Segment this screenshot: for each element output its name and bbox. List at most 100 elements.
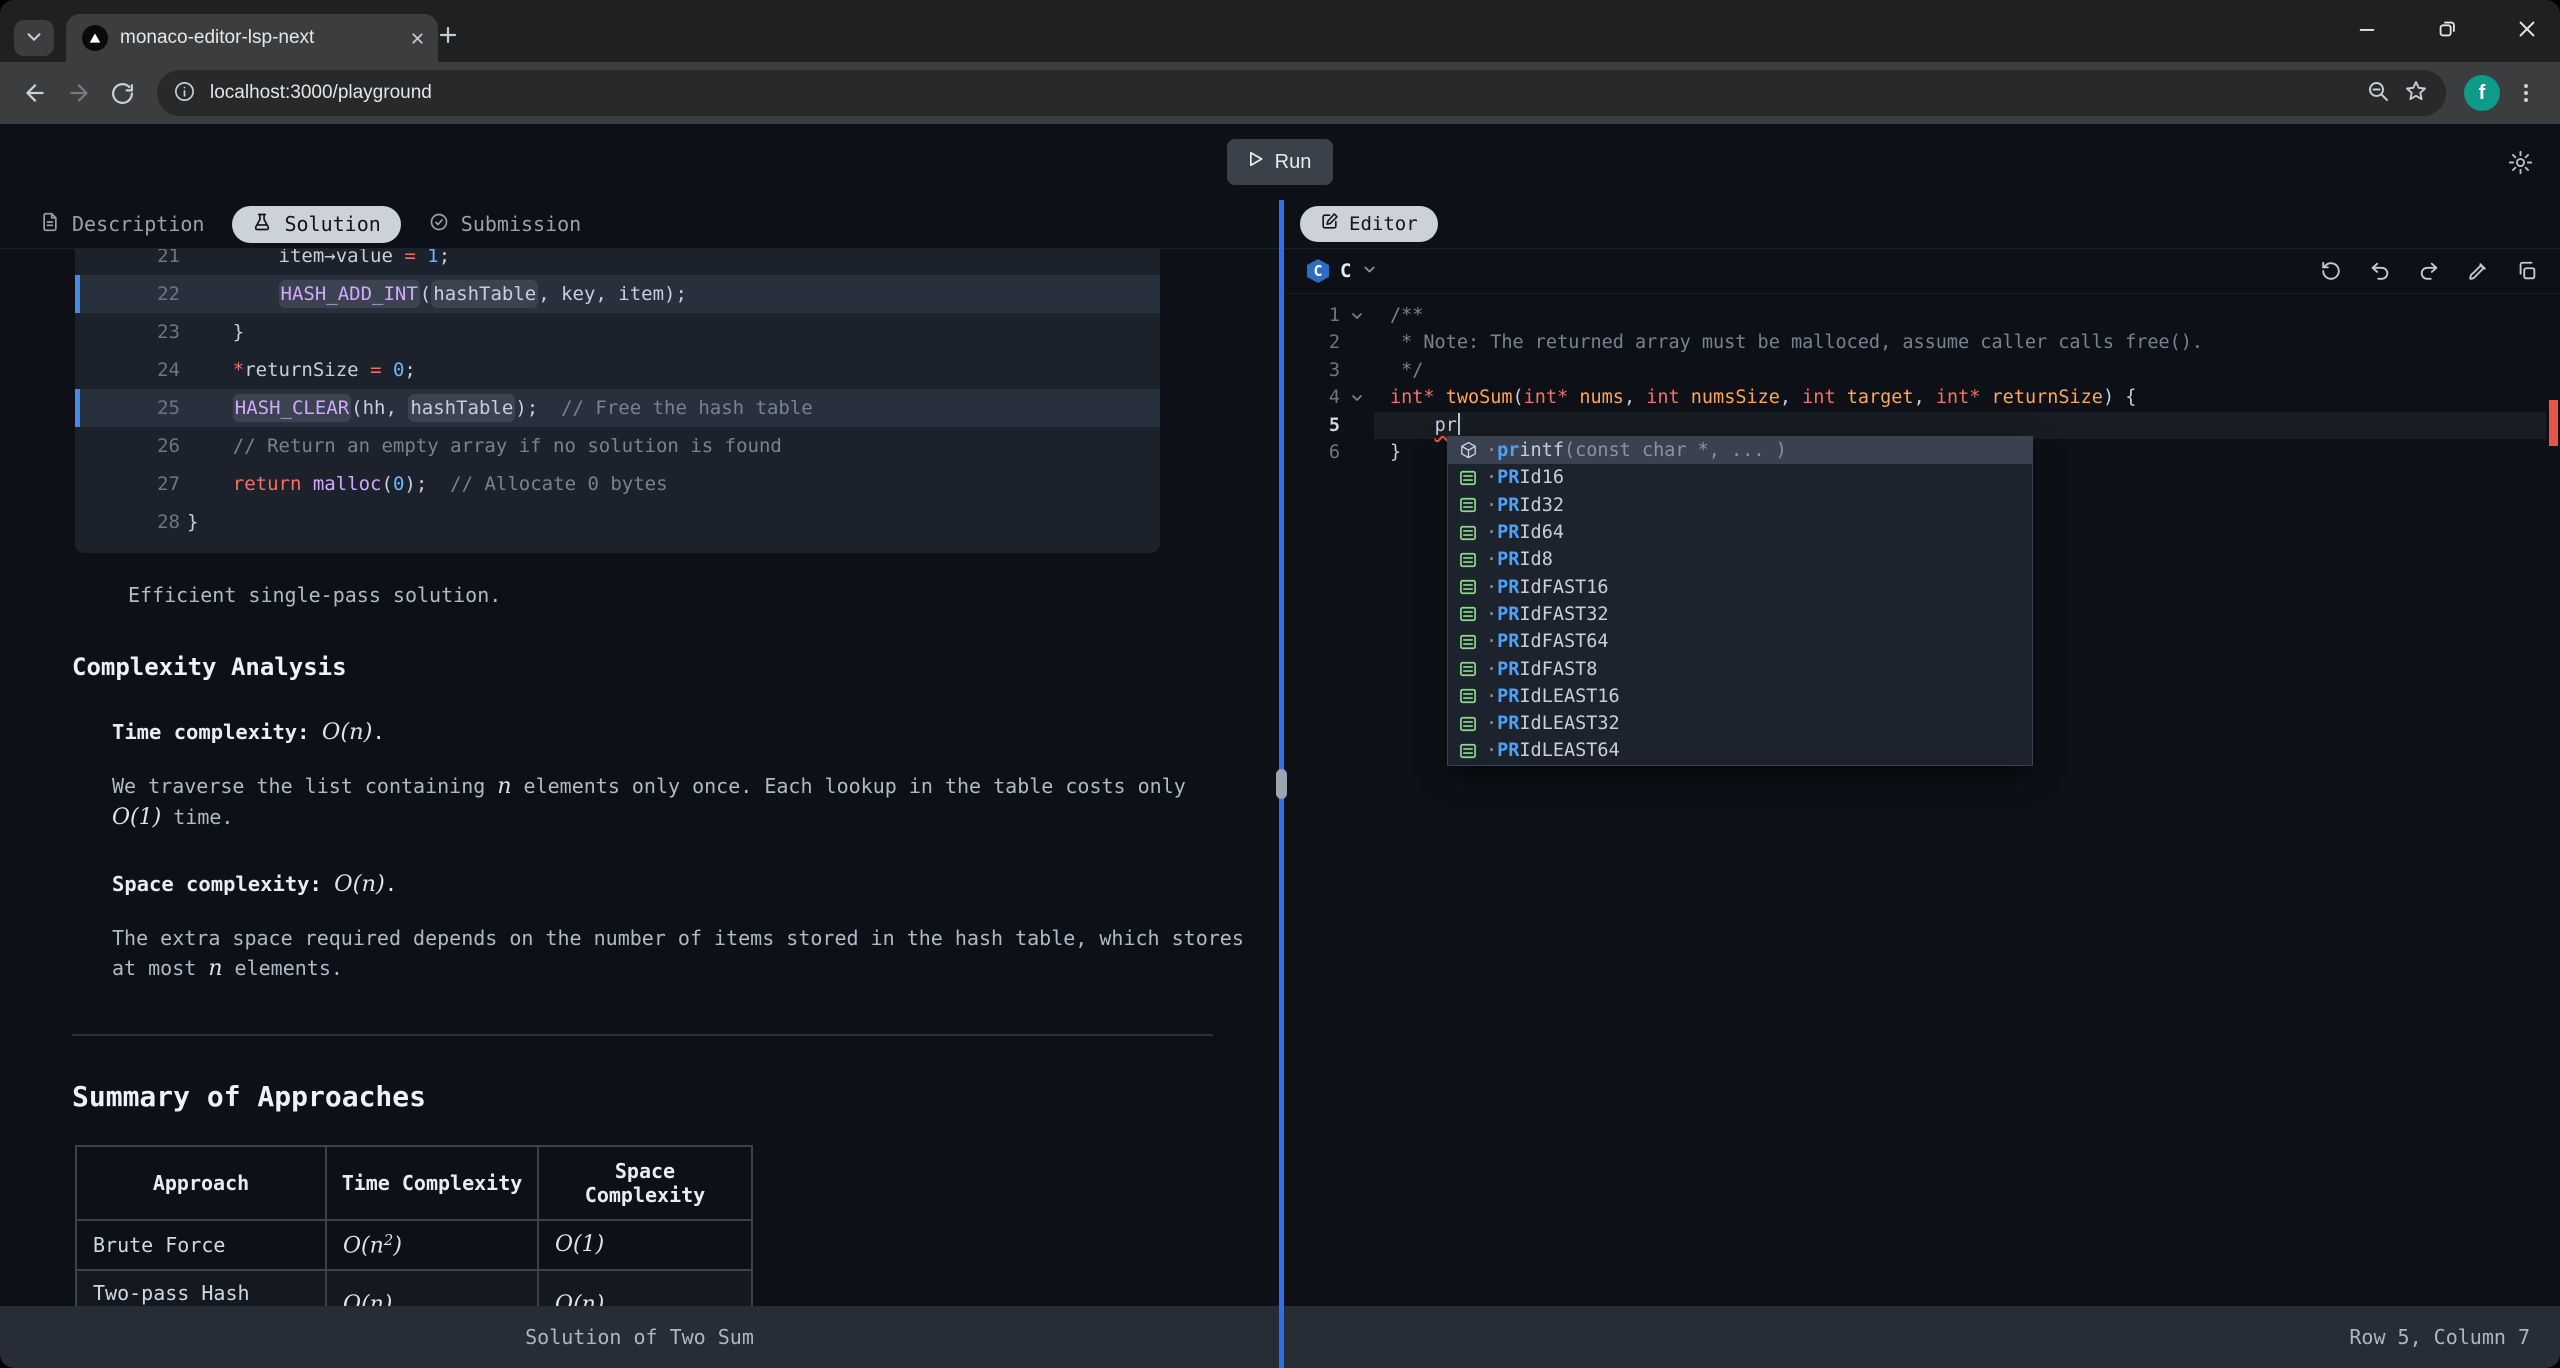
- app-toolbar: Run: [0, 124, 2560, 200]
- code-line: 23 }: [75, 313, 1160, 351]
- settings-gear-icon[interactable]: [2501, 148, 2540, 177]
- suggestion-item[interactable]: ·PRIdFAST8: [1448, 655, 2032, 682]
- suggestion-item[interactable]: ·PRIdFAST64: [1448, 628, 2032, 655]
- fold-gutter: [1340, 439, 1374, 466]
- split-panels: Description Solution Submission 21 item→…: [0, 200, 2560, 1368]
- c-language-icon: C: [1306, 259, 1330, 283]
- text-suggestion-icon: [1456, 713, 1480, 735]
- editor-line[interactable]: 2 * Note: The returned array must be mal…: [1284, 329, 2560, 356]
- run-button[interactable]: Run: [1227, 139, 1334, 185]
- cursor-position-text: Row 5, Column 7: [2349, 1325, 2530, 1349]
- code-line: 25 HASH_CLEAR(hh, hashTable); // Free th…: [75, 389, 1160, 427]
- editor-actions: [2320, 260, 2538, 282]
- tab-close-icon[interactable]: [409, 30, 426, 47]
- error-overview-marker: [2549, 400, 2558, 446]
- text-suggestion-icon: [1456, 576, 1480, 598]
- suggestion-item[interactable]: ·PRId16: [1448, 464, 2032, 491]
- text-suggestion-icon: [1456, 631, 1480, 653]
- url-text[interactable]: localhost:3000/playground: [210, 82, 2352, 104]
- table-row: Brute ForceO(n2)O(1): [76, 1220, 752, 1270]
- tab-description[interactable]: Description: [40, 212, 204, 237]
- browser-toolbar: localhost:3000/playground f: [0, 62, 2560, 124]
- text-suggestion-icon: [1456, 494, 1480, 516]
- check-circle-icon: [429, 212, 449, 237]
- suggestion-item[interactable]: ·PRIdFAST16: [1448, 573, 2032, 600]
- suggestion-item[interactable]: ·PRId64: [1448, 519, 2032, 546]
- suggestion-item[interactable]: ·PRIdLEAST32: [1448, 710, 2032, 737]
- tab-label: Submission: [461, 212, 581, 236]
- time-complexity-para: We traverse the list containing n elemen…: [112, 771, 1247, 833]
- editor-panel: Editor C C: [1284, 200, 2560, 1368]
- tab-editor[interactable]: Editor: [1300, 206, 1438, 242]
- browser-menu-button[interactable]: [2510, 77, 2542, 109]
- editor-panel-header: Editor: [1284, 200, 2560, 249]
- suggestion-item[interactable]: ·PRIdLEAST16: [1448, 683, 2032, 710]
- browser-tab[interactable]: monaco-editor-lsp-next: [66, 14, 438, 62]
- fold-gutter: [1340, 329, 1374, 356]
- time-complexity-line: Time complexity: O(n).: [112, 719, 1279, 745]
- solution-code-block: 21 item→value = 1;22 HASH_ADD_INT(hashTa…: [75, 249, 1160, 553]
- table-header-cell: Space Complexity: [538, 1146, 752, 1220]
- space-complexity-line: Space complexity: O(n).: [112, 871, 1279, 897]
- code-line: 24 *returnSize = 0;: [75, 351, 1160, 389]
- play-icon: [1245, 149, 1265, 175]
- tab-search-button[interactable]: [14, 20, 54, 56]
- document-icon: [40, 212, 60, 237]
- profile-avatar[interactable]: f: [2464, 75, 2500, 111]
- reload-button[interactable]: [106, 77, 139, 110]
- format-brush-icon[interactable]: [2467, 260, 2489, 282]
- restore-button[interactable]: [2436, 18, 2458, 44]
- avatar-letter: f: [2479, 82, 2486, 105]
- editor-line[interactable]: 5 pr: [1284, 412, 2560, 439]
- code-line: 27 return malloc(0); // Allocate 0 bytes: [75, 465, 1160, 503]
- back-button[interactable]: [18, 76, 52, 110]
- language-selector[interactable]: C C: [1306, 259, 1378, 283]
- undo-icon[interactable]: [2369, 260, 2391, 282]
- function-suggestion-icon: [1456, 440, 1480, 462]
- plus-icon: [436, 23, 460, 50]
- minimize-button[interactable]: [2356, 18, 2378, 44]
- solution-note: Efficient single-pass solution.: [128, 583, 1279, 607]
- suggestion-item[interactable]: ·PRId8: [1448, 546, 2032, 573]
- tab-label: Description: [72, 212, 204, 236]
- tab-solution[interactable]: Solution: [232, 206, 400, 243]
- editor-line[interactable]: 4int* twoSum(int* nums, int numsSize, in…: [1284, 384, 2560, 411]
- suggestion-item[interactable]: ·PRIdLEAST64: [1448, 737, 2032, 764]
- close-window-button[interactable]: [2516, 18, 2538, 44]
- editor-line[interactable]: 1/**: [1284, 302, 2560, 329]
- site-favicon-icon: [82, 25, 108, 51]
- address-bar[interactable]: localhost:3000/playground: [157, 70, 2446, 116]
- copy-icon[interactable]: [2516, 260, 2538, 282]
- fold-gutter: [1340, 357, 1374, 384]
- window-controls: [2356, 0, 2538, 62]
- approach-summary-table: ApproachTime ComplexitySpace Complexity …: [75, 1145, 753, 1306]
- site-info-icon[interactable]: [173, 80, 196, 107]
- bookmark-star-icon[interactable]: [2404, 79, 2428, 107]
- forward-button[interactable]: [62, 76, 96, 110]
- code-editor[interactable]: 1/**2 * Note: The returned array must be…: [1284, 294, 2560, 1306]
- fold-gutter: [1340, 412, 1374, 439]
- space-complexity-para: The extra space required depends on the …: [112, 923, 1247, 984]
- run-label: Run: [1275, 151, 1312, 174]
- fold-chevron-icon[interactable]: [1340, 302, 1374, 329]
- tab-title: monaco-editor-lsp-next: [120, 27, 397, 49]
- solution-panel: Description Solution Submission 21 item→…: [0, 200, 1279, 1368]
- solution-content[interactable]: 21 item→value = 1;22 HASH_ADD_INT(hashTa…: [0, 249, 1279, 1306]
- text-suggestion-icon: [1456, 549, 1480, 571]
- tab-submission[interactable]: Submission: [429, 212, 581, 237]
- redo-icon[interactable]: [2418, 260, 2440, 282]
- editor-line[interactable]: 3 */: [1284, 357, 2560, 384]
- zoom-out-icon[interactable]: [2366, 79, 2390, 107]
- suggestion-item[interactable]: ·PRId32: [1448, 492, 2032, 519]
- reset-code-icon[interactable]: [2320, 260, 2342, 282]
- solution-panel-tabs: Description Solution Submission: [0, 200, 1279, 249]
- complexity-heading: Complexity Analysis: [72, 653, 1279, 681]
- text-suggestion-icon: [1456, 740, 1480, 762]
- summary-heading: Summary of Approaches: [72, 1080, 1279, 1113]
- suggestion-item[interactable]: ·PRIdFAST32: [1448, 601, 2032, 628]
- code-line: 28}: [75, 503, 1160, 541]
- suggestion-item[interactable]: ·printf(const char *, ... ): [1448, 437, 2032, 464]
- fold-chevron-icon[interactable]: [1340, 384, 1374, 411]
- tab-label: Solution: [284, 212, 380, 236]
- new-tab-button[interactable]: [430, 22, 466, 51]
